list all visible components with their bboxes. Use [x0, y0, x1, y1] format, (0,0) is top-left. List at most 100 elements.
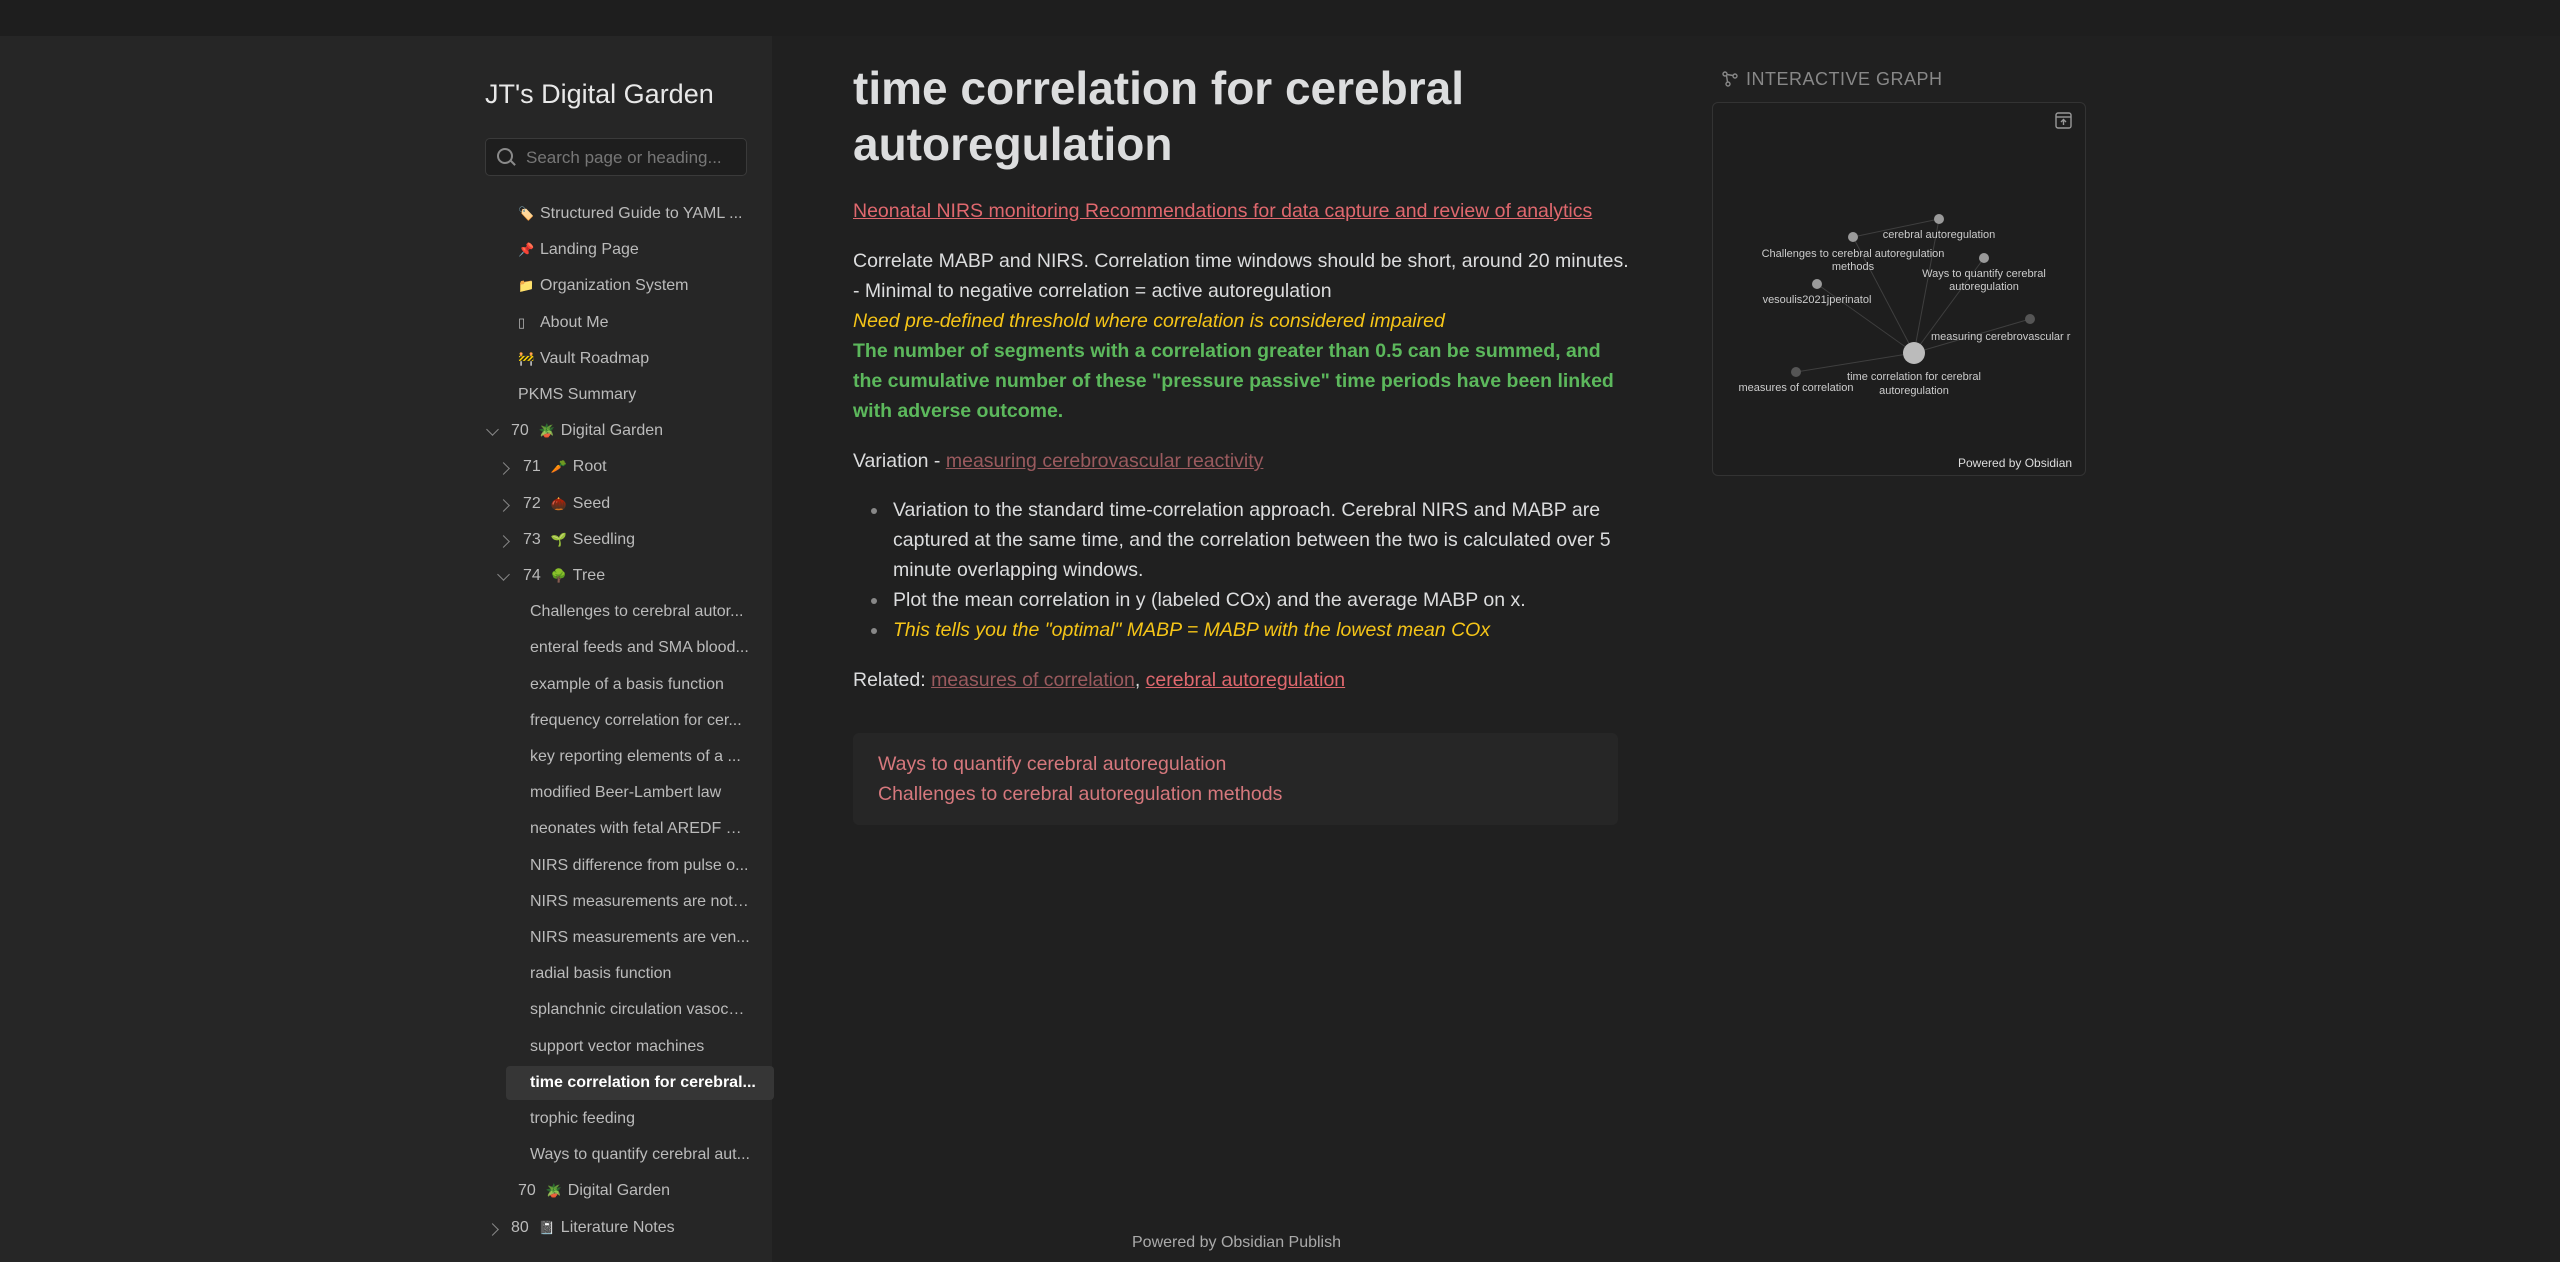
- graph-label: autoregulation: [1949, 281, 2019, 293]
- nav-label: PKMS Summary: [518, 386, 637, 403]
- nav-label: time correlation for cerebral...: [530, 1073, 756, 1091]
- link-measures-of-correlation[interactable]: measures of correlation: [931, 669, 1135, 691]
- nav-emoji-icon: 🌰: [550, 495, 567, 511]
- sidebar-note-item[interactable]: frequency correlation for cer...: [530, 704, 750, 738]
- highlight-yellow: This tells you the "optimal" MABP = MABP…: [893, 619, 1491, 641]
- sidebar-note-item[interactable]: time correlation for cerebral...: [506, 1065, 774, 1100]
- graph-node-time[interactable]: [1903, 342, 1925, 364]
- nav-label: Seed: [572, 494, 611, 512]
- nav-label: support vector machines: [530, 1037, 705, 1055]
- nav-emoji-icon: 🥕: [550, 459, 567, 475]
- nav-emoji-icon: 📁: [518, 278, 535, 294]
- nav-label: NIRS difference from pulse o...: [530, 856, 749, 874]
- nav-number: 71: [523, 458, 541, 476]
- interactive-graph[interactable]: cerebral autoregulation Challenges to ce…: [1712, 102, 2086, 476]
- graph-title: INTERACTIVE GRAPH: [1722, 69, 1943, 90]
- list-item: Variation to the standard time-correlati…: [871, 495, 1673, 585]
- backlink-ways[interactable]: Ways to quantify cerebral autoregulation: [878, 753, 1226, 776]
- nav-label: Vault Roadmap: [540, 349, 650, 367]
- sidebar-item[interactable]: 🏷️ Structured Guide to YAML ...: [518, 197, 748, 231]
- nav-label: Literature Notes: [560, 1218, 675, 1236]
- graph-canvas[interactable]: cerebral autoregulation Challenges to ce…: [1713, 103, 2086, 476]
- expand-graph-icon[interactable]: [2055, 112, 2072, 129]
- variation-label: Variation -: [853, 450, 946, 472]
- sidebar-note-item[interactable]: support vector machines: [530, 1030, 750, 1064]
- sidebar-note-item[interactable]: enteral feeds and SMA blood...: [530, 631, 750, 665]
- graph-label: measures of correlation: [1739, 382, 1854, 394]
- nav-label: Digital Garden: [560, 422, 664, 440]
- link-neonatal-nirs[interactable]: Neonatal NIRS monitoring Recommendations…: [853, 200, 1592, 222]
- graph-label: autoregulation: [1879, 385, 1949, 397]
- nav-emoji-icon: 🏷️: [518, 206, 535, 221]
- graph-label: Challenges to cerebral autoregulation: [1762, 248, 1945, 260]
- nav-label: radial basis function: [530, 965, 672, 983]
- top-bar: [0, 0, 2560, 36]
- nav-label: frequency correlation for cer...: [530, 711, 742, 729]
- link-measuring-cerebrovascular[interactable]: measuring cerebrovascular reactivity: [946, 450, 1264, 472]
- sidebar-note-item[interactable]: NIRS measurements are not ...: [530, 885, 750, 919]
- sidebar-note-item[interactable]: Ways to quantify cerebral aut...: [530, 1138, 750, 1172]
- page-title: time correlation for cerebral autoregula…: [853, 62, 1464, 170]
- sidebar-note-item[interactable]: Challenges to cerebral autor...: [530, 595, 750, 629]
- backlinks-panel: Ways to quantify cerebral autoregulation…: [853, 733, 1618, 825]
- graph-label: measuring cerebrovascular r: [1931, 331, 2071, 343]
- sidebar-item[interactable]: 🚧 Vault Roadmap: [518, 342, 748, 376]
- sidebar-note-item[interactable]: neonates with fetal AREDF ar...: [530, 812, 750, 846]
- list-item: Plot the mean correlation in y (labeled …: [871, 585, 1673, 615]
- nav-label: key reporting elements of a ...: [530, 748, 741, 765]
- nav-label: NIRS measurements are not ...: [530, 892, 750, 910]
- graph-node-measures[interactable]: [1791, 367, 1801, 377]
- backlink-challenges[interactable]: Challenges to cerebral autoregulation me…: [878, 783, 1282, 806]
- nav-number: 73: [523, 530, 541, 548]
- list-item: This tells you the "optimal" MABP = MABP…: [871, 615, 1673, 645]
- sidebar-folder-literature-notes[interactable]: 80 📓 Literature Notes: [511, 1211, 741, 1245]
- nav-emoji-icon: 🪴: [538, 423, 555, 439]
- sidebar-folder-root[interactable]: 71 🥕 Root: [523, 450, 743, 484]
- nav-label: About Me: [540, 313, 609, 331]
- sidebar-note-item[interactable]: trophic feeding: [530, 1102, 750, 1136]
- search-box[interactable]: [485, 138, 747, 177]
- sidebar-folder-seedling[interactable]: 73 🌱 Seedling: [523, 523, 743, 557]
- graph-label: cerebral autoregulation: [1883, 229, 1996, 241]
- graph-node-measuring[interactable]: [2025, 314, 2035, 324]
- graph-node-challenges[interactable]: [1848, 232, 1858, 242]
- sidebar-folder-tree[interactable]: 74 🌳 Tree: [523, 559, 743, 593]
- sidebar-note-item[interactable]: key reporting elements of a ...: [530, 740, 750, 774]
- nav-emoji-icon: 📓: [538, 1219, 555, 1235]
- paragraph-main: Correlate MABP and NIRS. Correlation tim…: [853, 246, 1633, 426]
- nav-number: 72: [523, 494, 541, 512]
- nav-number: 80: [511, 1218, 529, 1236]
- sidebar-item[interactable]: 📁 Organization System: [518, 269, 748, 303]
- nav-number: 74: [523, 567, 541, 584]
- nav-label: modified Beer-Lambert law: [530, 784, 722, 802]
- search-input[interactable]: [524, 139, 743, 177]
- nav-label: splanchnic circulation vasoco...: [530, 1001, 750, 1019]
- nav-emoji-icon: 🌳: [550, 568, 567, 583]
- sidebar-folder-seed[interactable]: 72 🌰 Seed: [523, 487, 743, 521]
- sidebar-item[interactable]: ▯ About Me: [518, 306, 748, 340]
- nav-label: example of a basis function: [530, 675, 724, 693]
- sidebar-note-item[interactable]: splanchnic circulation vasoco...: [530, 993, 750, 1027]
- graph-node-cerebral-autoregulation[interactable]: [1934, 214, 1944, 224]
- sidebar-item-digital-garden-note[interactable]: 70 🪴 Digital Garden: [518, 1174, 748, 1208]
- nav-label: NIRS measurements are ven...: [530, 929, 750, 946]
- link-cerebral-autoregulation[interactable]: cerebral autoregulation: [1146, 669, 1345, 691]
- graph-node-vesoulis[interactable]: [1812, 279, 1822, 289]
- graph-node-ways[interactable]: [1979, 253, 1989, 263]
- related-label: Related:: [853, 669, 932, 691]
- sidebar-note-item[interactable]: radial basis function: [530, 957, 750, 991]
- nav-emoji-icon: 🌱: [550, 531, 567, 547]
- sidebar-item[interactable]: PKMS Summary: [518, 378, 748, 412]
- site-title[interactable]: JT's Digital Garden: [485, 79, 714, 110]
- sidebar-note-item[interactable]: NIRS measurements are ven...: [530, 921, 750, 955]
- sidebar-folder-digital-garden[interactable]: 70 🪴 Digital Garden: [511, 414, 741, 448]
- nav-emoji-icon: 📌: [518, 242, 535, 258]
- sidebar-note-item[interactable]: modified Beer-Lambert law: [530, 776, 750, 810]
- footer-powered-by[interactable]: Powered by Obsidian Publish: [1132, 1234, 1341, 1252]
- sidebar-note-item[interactable]: NIRS difference from pulse o...: [530, 849, 750, 883]
- nav-label: trophic feeding: [530, 1110, 635, 1127]
- graph-label: methods: [1832, 261, 1875, 273]
- nav-label: Seedling: [572, 530, 636, 548]
- sidebar-note-item[interactable]: example of a basis function: [530, 668, 750, 702]
- sidebar-item[interactable]: 📌 Landing Page: [518, 233, 748, 267]
